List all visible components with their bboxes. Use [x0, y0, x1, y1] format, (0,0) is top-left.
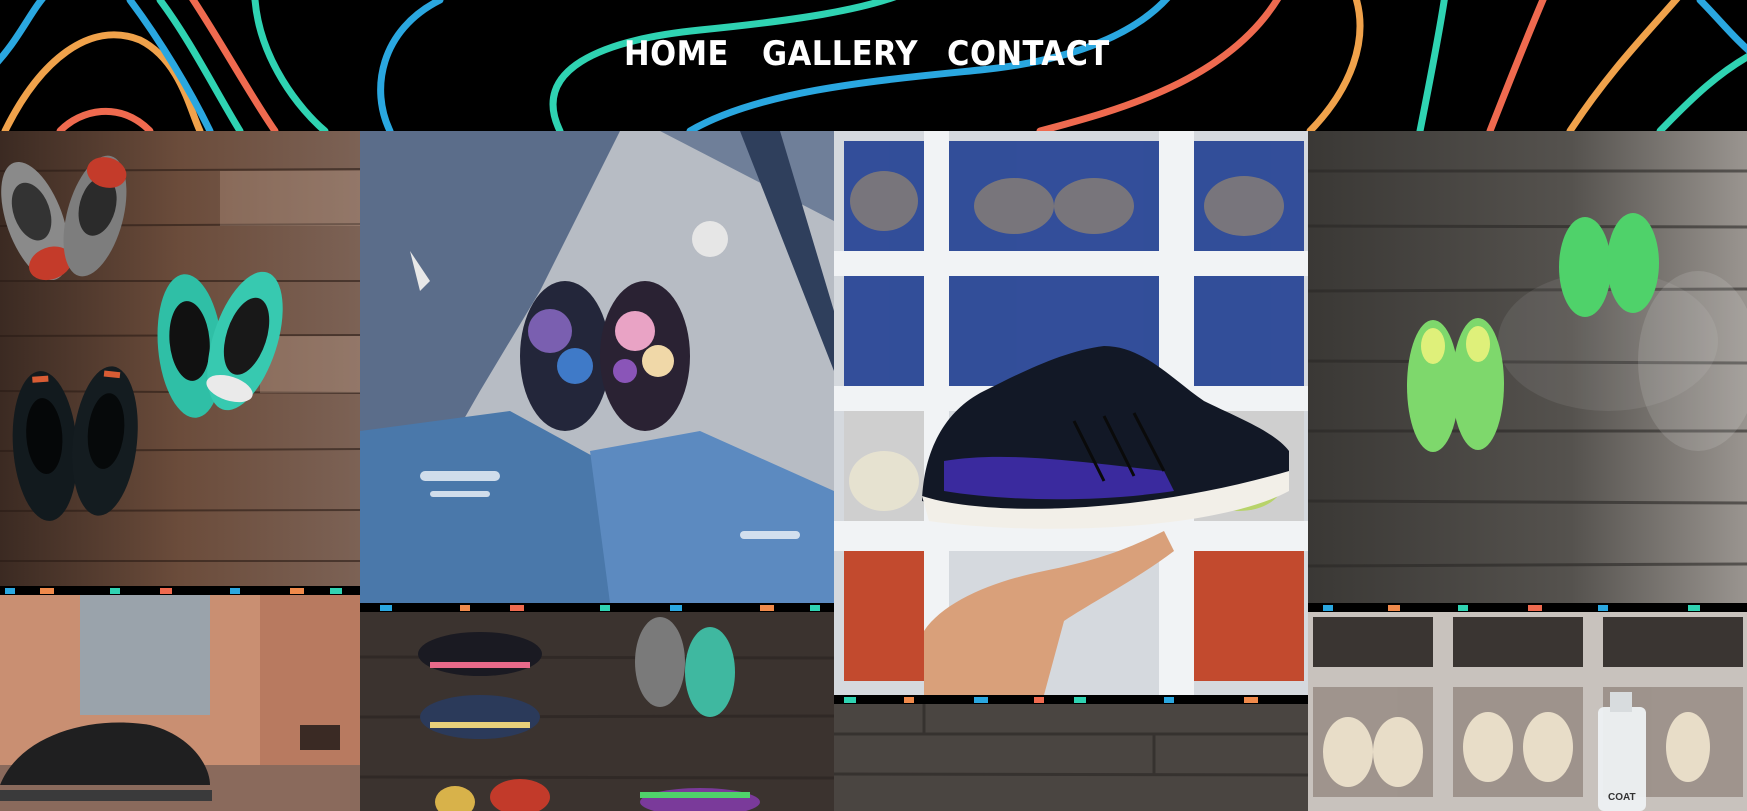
gallery-photo-black-yeezy[interactable]	[0, 595, 360, 811]
nav-gallery-link[interactable]: GALLERY	[762, 32, 918, 76]
divider-stripe	[834, 695, 1308, 704]
gallery-photo-floral-sneakers[interactable]	[360, 131, 834, 603]
divider-stripe	[0, 586, 360, 595]
divider-stripe	[1308, 603, 1747, 612]
gallery-photo-green-yeezys[interactable]	[1308, 131, 1747, 603]
gallery-photo-shoe-box-wall[interactable]: COAT	[1308, 612, 1747, 811]
nav-contact-link[interactable]: CONTACT	[947, 32, 1110, 76]
gallery-photo-wood-floor[interactable]	[834, 704, 1308, 811]
gallery-photo-dunks-on-wood[interactable]	[0, 131, 360, 586]
site-header: HOME GALLERY CONTACT	[0, 0, 1747, 131]
main-nav: HOME GALLERY CONTACT	[0, 32, 1747, 82]
nav-home-link[interactable]: HOME	[624, 32, 729, 76]
bottle-label: COAT	[1608, 792, 1636, 803]
gallery-photo-collection-flatlay[interactable]	[360, 612, 834, 811]
divider-stripe	[360, 603, 834, 612]
gallery-photo-boost-runner[interactable]	[834, 131, 1308, 695]
